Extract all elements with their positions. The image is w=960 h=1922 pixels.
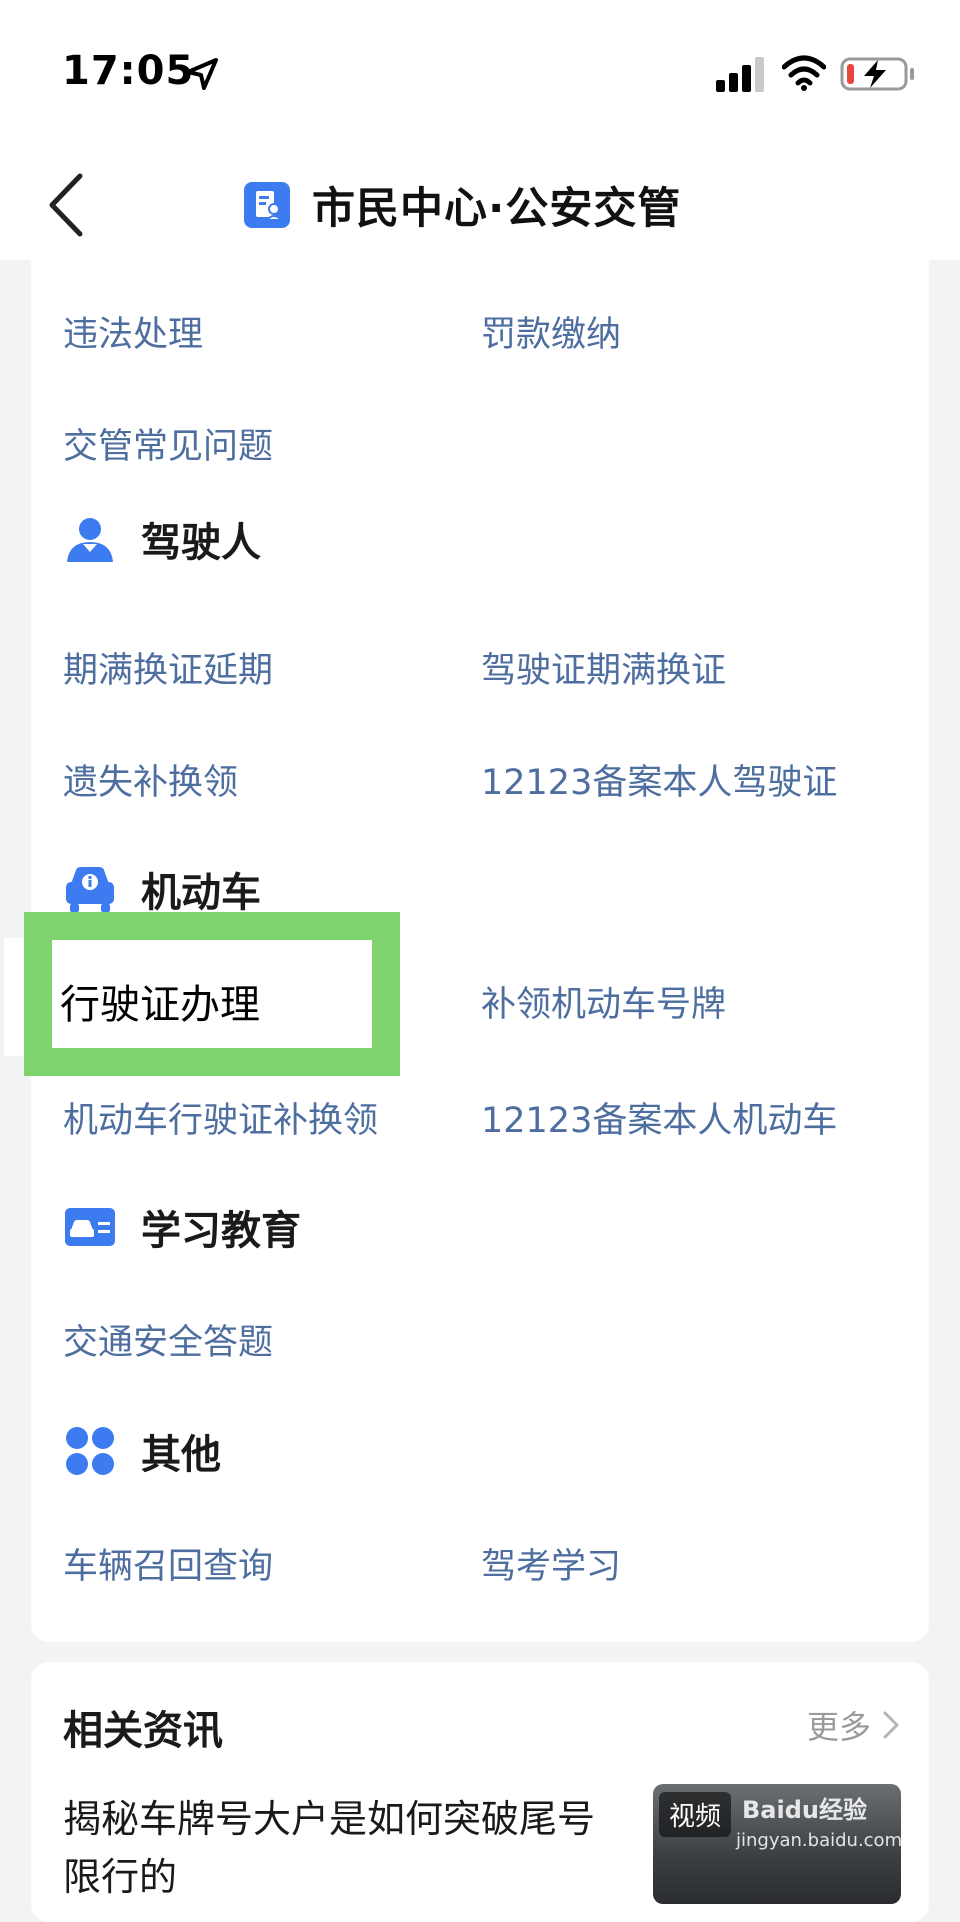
link-fine-payment[interactable]: 罚款缴纳: [481, 306, 621, 357]
car-info-icon: [66, 867, 114, 912]
document-person-icon: [244, 182, 290, 228]
four-dots-grid-icon: [66, 1427, 114, 1475]
link-12123-vehicle-record[interactable]: 12123备案本人机动车: [481, 1092, 837, 1143]
location-arrow-icon: [186, 58, 218, 90]
link-lost-replacement[interactable]: 遗失补换领: [63, 754, 238, 805]
link-vehicle-license-replacement[interactable]: 机动车行驶证补换领: [63, 1092, 378, 1143]
status-time: 17:05: [62, 48, 195, 94]
section-education-title: 学习教育: [141, 1208, 301, 1254]
link-violation-handling[interactable]: 违法处理: [63, 306, 203, 357]
news-more-label: 更多: [806, 1708, 871, 1746]
section-vehicle-title: 机动车: [141, 870, 261, 916]
wifi-icon: [782, 55, 826, 91]
driver-person-icon: [67, 518, 113, 562]
news-more-link[interactable]: 更多: [807, 1702, 901, 1748]
back-button[interactable]: [40, 162, 96, 248]
link-traffic-faq[interactable]: 交管常见问题: [63, 418, 273, 469]
section-education-header: 学习教育: [63, 1198, 301, 1256]
link-traffic-safety-quiz[interactable]: 交通安全答题: [63, 1314, 273, 1365]
section-driver-header: 驾驶人: [63, 510, 261, 568]
section-driver-title: 驾驶人: [141, 520, 261, 566]
battery-charging-icon: [840, 57, 914, 91]
link-license-renewal[interactable]: 驾驶证期满换证: [481, 642, 726, 693]
link-12123-license-record[interactable]: 12123备案本人驾驶证: [481, 754, 837, 805]
status-bar: 17:05: [0, 0, 960, 150]
nav-bar: 市民中心·公安交管: [0, 150, 960, 260]
news-section-title: 相关资讯: [63, 1708, 223, 1754]
link-vehicle-license-processing[interactable]: 行驶证办理: [60, 972, 260, 1030]
link-driving-test-study[interactable]: 驾考学习: [481, 1538, 621, 1589]
section-other-header: 其他: [63, 1422, 221, 1480]
section-vehicle-header: 机动车: [63, 860, 261, 918]
video-badge: 视频: [659, 1792, 732, 1837]
link-renewal-extension[interactable]: 期满换证延期: [63, 642, 273, 693]
watermark-url: jingyan.baidu.com: [736, 1830, 903, 1851]
page-title: 市民中心·公安交管: [312, 184, 682, 234]
chevron-right-icon: [883, 1711, 899, 1739]
page-title-group: 市民中心·公安交管: [244, 170, 681, 240]
car-card-icon: [65, 1208, 115, 1246]
news-item-title[interactable]: 揭秘车牌号大户是如何突破尾号限行的: [63, 1790, 623, 1906]
watermark-brand: Baidu经验: [742, 1796, 867, 1824]
link-replace-license-plate[interactable]: 补领机动车号牌: [481, 976, 726, 1027]
highlight-edge-strip: [4, 938, 24, 1056]
link-vehicle-recall-query[interactable]: 车辆召回查询: [63, 1538, 273, 1589]
section-other-title: 其他: [141, 1432, 221, 1478]
cellular-signal-icon: [716, 57, 764, 92]
